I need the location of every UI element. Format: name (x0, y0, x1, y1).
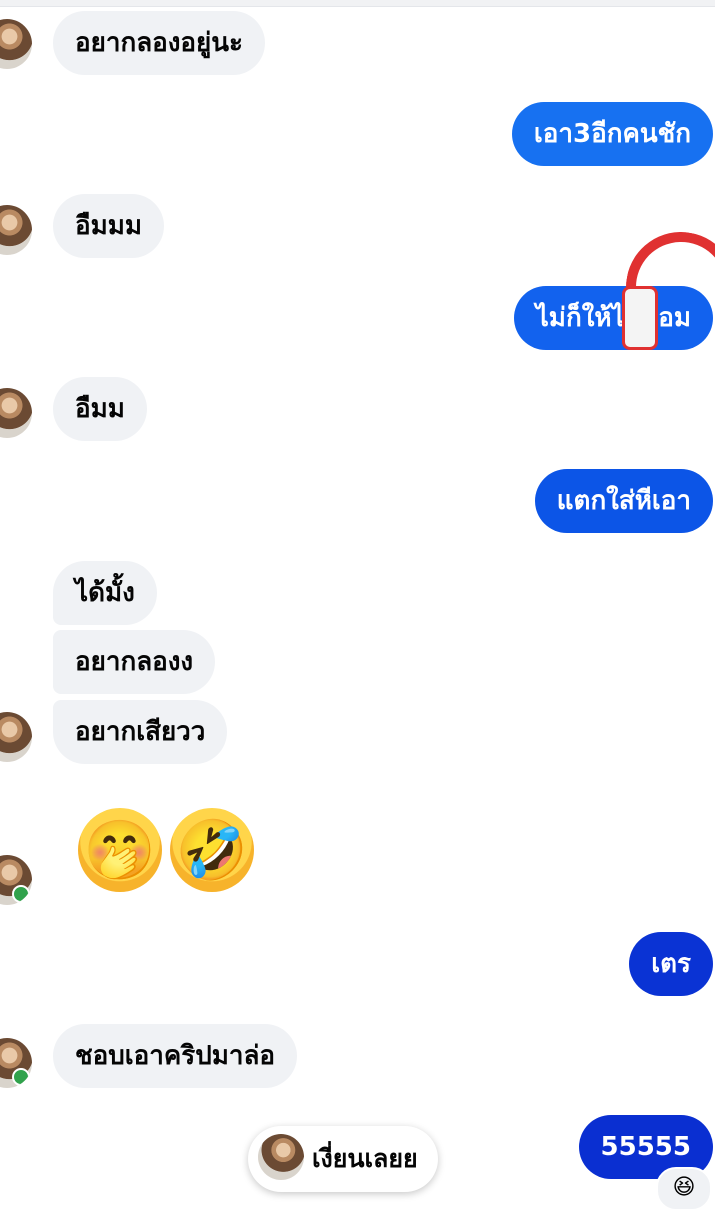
contact-avatar[interactable] (0, 855, 32, 905)
message-in-3[interactable]: อืมม (53, 377, 147, 441)
contact-avatar[interactable] (0, 1038, 32, 1088)
headphones-earcup (622, 286, 658, 350)
message-in-4[interactable]: ได้มั้ง (53, 561, 157, 625)
top-divider (0, 0, 715, 7)
message-in-6[interactable]: อยากเสียวว (53, 700, 228, 764)
message-in-2[interactable]: อืมมม (53, 194, 165, 258)
pill-avatar (258, 1134, 304, 1180)
pill-label: เงี่ยนเลยย (312, 1144, 418, 1173)
message-in-5[interactable]: อยากลองง (53, 630, 216, 694)
message-in-7[interactable]: ชอบเอาคริปมาล่อ (53, 1024, 298, 1088)
new-message-preview-pill[interactable]: เงี่ยนเลยย (248, 1126, 438, 1192)
message-out-1[interactable]: เอา3อีกคนชัก (511, 102, 713, 166)
online-status-dot (12, 1068, 30, 1086)
contact-avatar[interactable] (0, 205, 32, 255)
contact-avatar[interactable] (0, 388, 32, 438)
contact-avatar[interactable] (0, 712, 32, 762)
rolling-laughing-emoji[interactable]: 🤣 (170, 808, 254, 892)
laughing-reaction-icon[interactable]: 😆 (656, 1167, 712, 1211)
contact-avatar[interactable] (0, 19, 32, 69)
message-out-3[interactable]: แตกใส่หีเอา (534, 469, 713, 533)
message-in-1[interactable]: อยากลองอยู่นะ (53, 11, 266, 75)
online-status-dot (12, 885, 30, 903)
hand-over-mouth-emoji[interactable]: 🤭 (78, 808, 162, 892)
message-out-4[interactable]: เตร (629, 932, 713, 996)
